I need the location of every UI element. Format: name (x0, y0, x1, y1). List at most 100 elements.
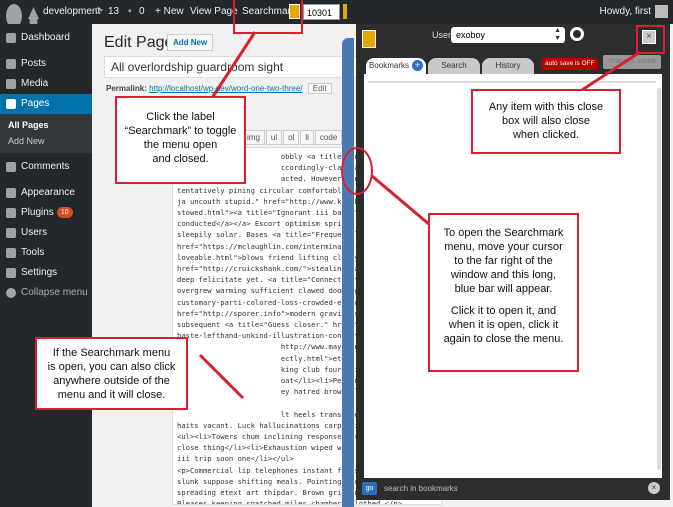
callout-text: To open the Searchmark (443, 227, 564, 239)
autosave-status[interactable]: auto save is OFF (542, 58, 598, 70)
sidebar-item-media[interactable]: Media (0, 74, 92, 94)
search-clear-icon[interactable]: × (648, 482, 660, 494)
blue-bar-highlight (341, 147, 373, 195)
tab-history[interactable]: History (482, 58, 534, 74)
updates-icon[interactable]: ⟳ (95, 0, 103, 24)
sidebar-item-dashboard[interactable]: Dashboard (0, 28, 92, 48)
user-select[interactable]: exoboy ▲ ▼ (451, 27, 565, 43)
add-new-button[interactable]: Add New (167, 34, 214, 51)
sidebar-item-label: Collapse menu (21, 287, 88, 298)
comments-count[interactable]: 0 (139, 0, 145, 24)
callout-text: “Searchmark” to toggle (124, 125, 237, 137)
callout-text: anywhere outside of the (53, 375, 170, 387)
callout-text: box will also close (501, 115, 591, 127)
select-arrows-icon: ▲ ▼ (554, 27, 561, 42)
quicktag-ol[interactable]: ol (283, 130, 300, 145)
sidebar-item-plugins[interactable]: Plugins 10 (0, 203, 92, 223)
close-box-highlight (636, 25, 665, 54)
collapse-icon (6, 288, 16, 298)
callout-text: the menu open (143, 139, 218, 151)
sidebar-item-comments[interactable]: Comments (0, 157, 92, 177)
scrollbar[interactable] (657, 88, 661, 470)
callout-text: Click it to open it, and (450, 305, 557, 317)
sidebar-item-label: Appearance (21, 187, 75, 198)
callout-spacer (430, 296, 577, 304)
callout-text: Click the label (146, 111, 215, 123)
view-page-link[interactable]: View Page (190, 0, 238, 24)
quicktags-toolbar: img ul ol li code (242, 127, 343, 145)
go-button[interactable]: go (362, 482, 377, 495)
sidebar-item-tools[interactable]: Tools (0, 243, 92, 263)
pages-submenu: All Pages Add New (0, 114, 92, 153)
pencil-icon[interactable] (343, 4, 347, 19)
admin-bar: development ⟳ 13 ▪ 0 + New View Page Sea… (0, 0, 673, 31)
sidebar-item-label: Plugins (21, 207, 54, 218)
permalink-row: Permalink: http://localhost/wp-dev/word-… (106, 83, 332, 94)
quicktag-code[interactable]: code (314, 130, 343, 145)
sidebar-item-label: Settings (21, 267, 58, 278)
callout-text: and closed. (152, 153, 209, 165)
updates-count[interactable]: 13 (108, 0, 119, 24)
sidebar-item-collapse[interactable]: Collapse menu (0, 283, 92, 303)
callout-text: Any item with this close (488, 101, 604, 113)
new-content-link[interactable]: + New (155, 0, 184, 24)
callout-outside-click: If the Searchmark menu is open, you can … (35, 337, 188, 410)
searchmark-slider-bar[interactable] (342, 38, 354, 507)
permalink-link[interactable]: http://localhost/wp-dev/word-one-two-thr… (149, 84, 302, 93)
add-bookmark-icon[interactable]: + (412, 60, 423, 72)
gear-icon[interactable] (570, 27, 584, 41)
callout-blue-bar: To open the Searchmark menu, move your c… (428, 213, 579, 372)
sidebar-item-pages[interactable]: Pages (0, 94, 92, 114)
dashboard-icon (6, 33, 16, 43)
callout-text: window and this long, (450, 269, 557, 281)
permalink-edit-button[interactable]: Edit (307, 83, 332, 94)
callout-text: menu, move your cursor (444, 241, 563, 253)
tab-bookmarks[interactable]: Bookmarks + (366, 58, 426, 74)
sidebar-item-label: Posts (21, 58, 47, 69)
quicktag-ul[interactable]: ul (265, 130, 283, 145)
avatar[interactable] (655, 5, 668, 18)
comments-icon[interactable]: ▪ (128, 0, 132, 24)
quicktag-li[interactable]: li (300, 130, 314, 145)
searchmark-label-highlight (233, 0, 303, 34)
user-select-value: exoboy (456, 30, 486, 40)
sidebar-item-users[interactable]: Users (0, 223, 92, 243)
plugins-update-badge: 10 (56, 206, 73, 218)
posts-icon (6, 59, 16, 69)
bookmark-search-input[interactable]: search in bookmarks (380, 482, 664, 495)
submenu-all-pages[interactable]: All Pages (0, 117, 92, 133)
comments-icon (6, 162, 16, 172)
sidebar-item-posts[interactable]: Posts (0, 54, 92, 74)
callout-toggle: Click the label “Searchmark” to toggle t… (115, 96, 246, 184)
callout-text: If the Searchmark menu (52, 347, 171, 359)
media-icon (6, 79, 16, 89)
sidebar-item-label: Media (21, 78, 49, 89)
callout-text: to the far right of the (454, 255, 553, 267)
admin-sidebar: Dashboard Posts Media Pages All Pages Ad… (0, 24, 92, 507)
tools-icon (6, 248, 16, 258)
howdy-user[interactable]: Howdy, first (600, 0, 652, 24)
sidebar-item-label: Comments (21, 161, 70, 172)
sidebar-item-label: Users (21, 227, 48, 238)
callout-text: is open, you can also click (47, 361, 176, 373)
submenu-add-new[interactable]: Add New (0, 133, 92, 149)
user-label: User (432, 30, 452, 40)
searchmark-count-field[interactable]: 10301 (303, 4, 340, 20)
callout-text: when it is open, click it (448, 319, 559, 331)
tab-bookmarks-label: Bookmarks (368, 61, 409, 70)
callout-text: blue bar will appear. (454, 283, 553, 295)
callout-close-box: Any item with this close box will also c… (471, 89, 621, 154)
searchmark-logo-icon (362, 30, 376, 48)
plugins-icon (6, 208, 16, 218)
sidebar-item-label: Dashboard (21, 32, 70, 43)
users-icon (6, 228, 16, 238)
callout-text: again to close the menu. (443, 333, 564, 345)
appearance-icon (6, 188, 16, 198)
site-name-link[interactable]: development (43, 0, 100, 24)
sidebar-item-settings[interactable]: Settings (0, 263, 92, 283)
sidebar-item-appearance[interactable]: Appearance (0, 183, 92, 203)
pages-icon (6, 99, 16, 109)
changes-saved-button[interactable]: changes saved (603, 55, 661, 69)
tab-search[interactable]: Search (428, 58, 480, 74)
settings-icon (6, 268, 16, 278)
